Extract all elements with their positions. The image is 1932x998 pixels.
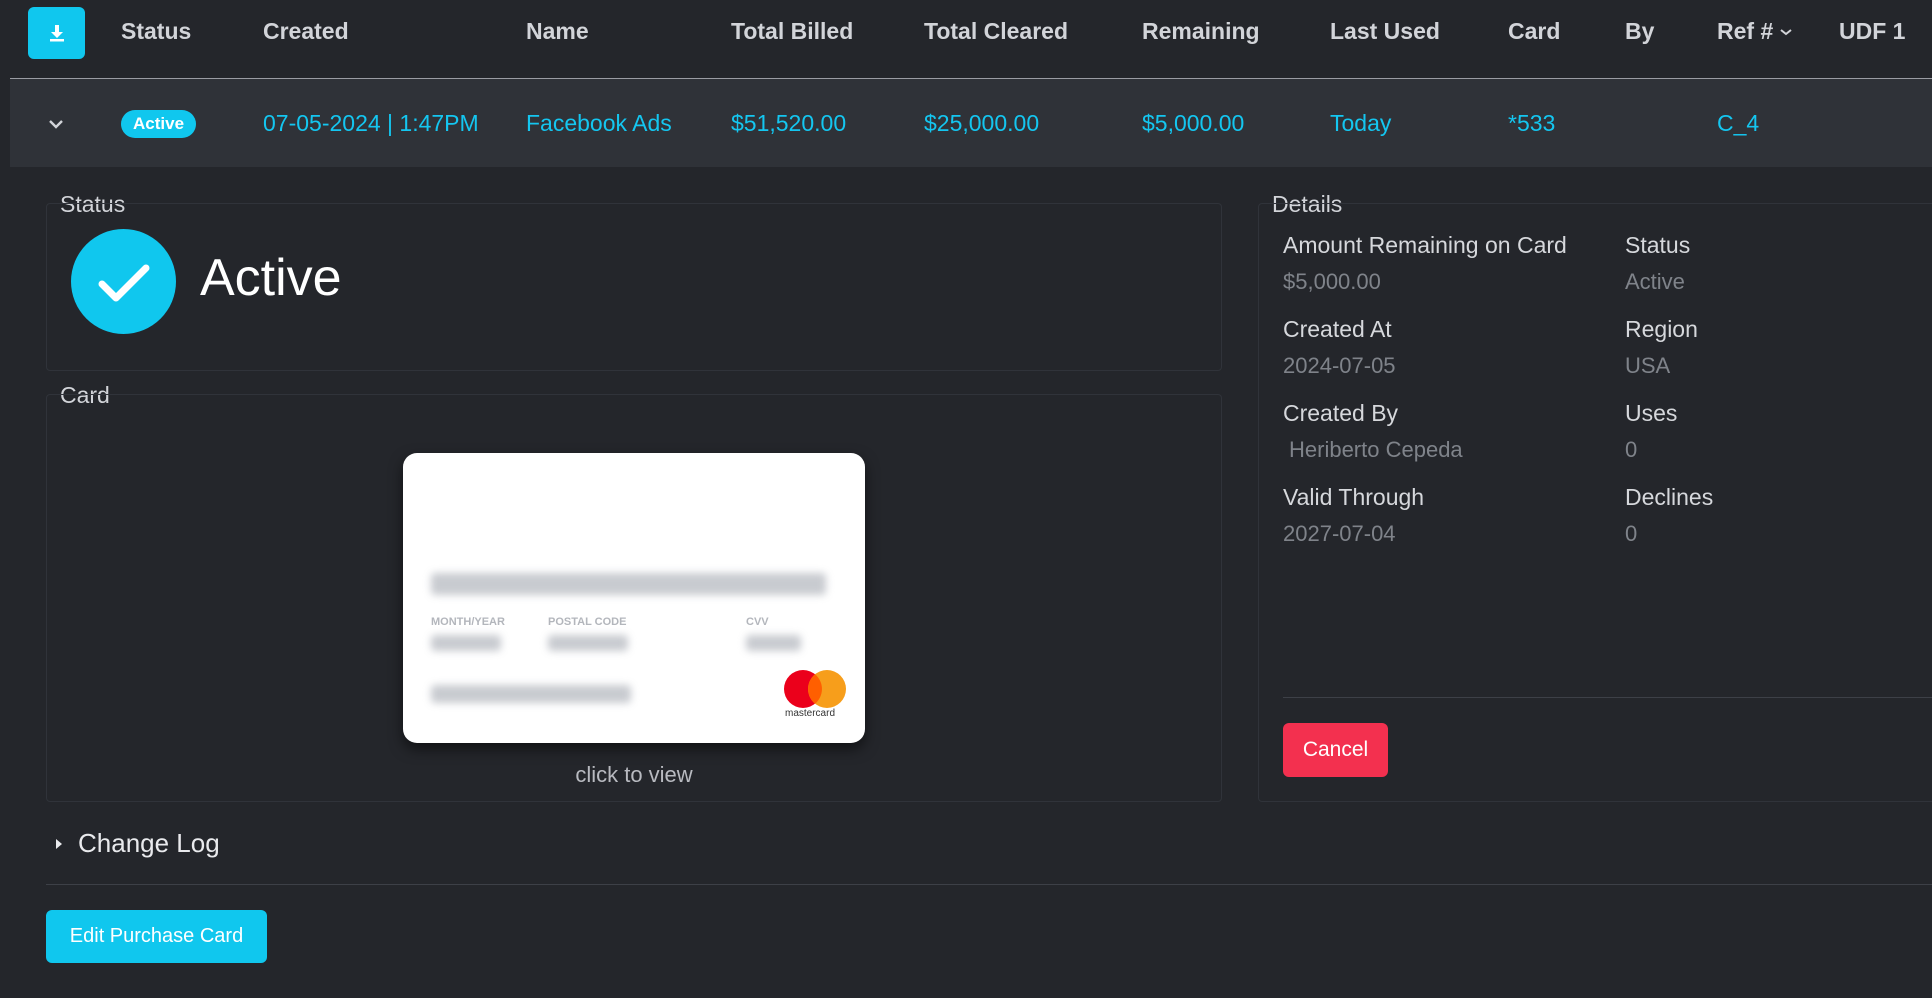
row-created: 07-05-2024 | 1:47PM <box>263 110 479 136</box>
card-label-month-year: MONTH/YEAR <box>431 616 505 628</box>
edit-purchase-card-button[interactable]: Edit Purchase Card <box>46 910 267 963</box>
card-expiry-blurred <box>431 635 501 651</box>
detail-label-region: Region <box>1625 316 1698 342</box>
card-holder-blurred <box>431 685 631 703</box>
status-value: Active <box>200 249 342 307</box>
column-header-ref[interactable]: Ref # <box>1717 18 1793 45</box>
row-ref: C_4 <box>1717 110 1760 136</box>
chevron-down-icon <box>1780 28 1792 35</box>
column-header-total-cleared[interactable]: Total Cleared <box>924 18 1068 45</box>
card-postal-blurred <box>548 635 628 651</box>
column-header-udf1[interactable]: UDF 1 <box>1839 18 1905 45</box>
row-card: *533 <box>1508 110 1556 136</box>
detail-value-region: USA <box>1625 353 1671 378</box>
change-log-divider <box>46 884 1932 885</box>
status-badge: Active <box>121 110 197 138</box>
details-divider <box>1283 697 1932 698</box>
column-header-total-billed[interactable]: Total Billed <box>731 18 853 45</box>
detail-value-uses: 0 <box>1625 437 1638 462</box>
detail-label-created-at: Created At <box>1283 316 1392 342</box>
detail-label-declines: Declines <box>1625 484 1714 510</box>
column-header-created[interactable]: Created <box>263 18 349 45</box>
download-icon <box>49 25 64 42</box>
row-total-billed: $51,520.00 <box>731 110 847 136</box>
row-total-cleared: $25,000.00 <box>924 110 1040 136</box>
card-number-blurred <box>431 573 826 595</box>
column-header-ref-label: Ref # <box>1717 18 1774 44</box>
row-last-used: Today <box>1330 110 1392 136</box>
column-header-last-used[interactable]: Last Used <box>1330 18 1440 45</box>
card-label-postal-code: POSTAL CODE <box>548 616 627 628</box>
chevron-down-icon <box>49 120 63 129</box>
caret-right-icon <box>56 838 62 849</box>
detail-value-amount-remaining: $5,000.00 <box>1283 269 1381 294</box>
mastercard-logo-icon <box>784 670 846 708</box>
click-to-view-hint[interactable]: click to view <box>403 762 865 788</box>
column-header-card[interactable]: Card <box>1508 18 1560 45</box>
detail-label-amount-remaining: Amount Remaining on Card <box>1283 232 1567 258</box>
column-header-name[interactable]: Name <box>526 18 589 45</box>
column-header-by[interactable]: By <box>1625 18 1654 45</box>
detail-label-valid-through: Valid Through <box>1283 484 1425 510</box>
credit-card-preview[interactable]: MONTH/YEAR POSTAL CODE CVV mastercard <box>403 453 865 743</box>
download-button[interactable] <box>28 7 85 59</box>
column-header-status[interactable]: Status <box>121 18 191 45</box>
table-header: Status Created Name Total Billed Total C… <box>0 0 1932 78</box>
card-label-cvv: CVV <box>746 616 769 628</box>
detail-label-uses: Uses <box>1625 400 1678 426</box>
card-brand-text: mastercard <box>785 708 836 719</box>
row-name[interactable]: Facebook Ads <box>526 110 672 137</box>
detail-value-created-at: 2024-07-05 <box>1283 353 1396 378</box>
change-log-toggle[interactable]: Change Log <box>52 828 220 859</box>
check-circle-icon <box>71 229 176 334</box>
detail-value-declines: 0 <box>1625 521 1638 546</box>
detail-label-created-by: Created By <box>1283 400 1399 426</box>
card-cvv-blurred <box>746 635 801 651</box>
detail-value-status: Active <box>1625 269 1685 294</box>
detail-label-status: Status <box>1625 232 1691 258</box>
column-header-remaining[interactable]: Remaining <box>1142 18 1260 45</box>
cancel-button[interactable]: Cancel <box>1283 723 1388 777</box>
detail-value-valid-through: 2027-07-04 <box>1283 521 1396 546</box>
row-collapse-toggle[interactable] <box>44 112 68 141</box>
change-log-label: Change Log <box>78 828 220 858</box>
detail-value-created-by: Heriberto Cepeda <box>1289 437 1463 462</box>
row-remaining: $5,000.00 <box>1142 110 1245 136</box>
